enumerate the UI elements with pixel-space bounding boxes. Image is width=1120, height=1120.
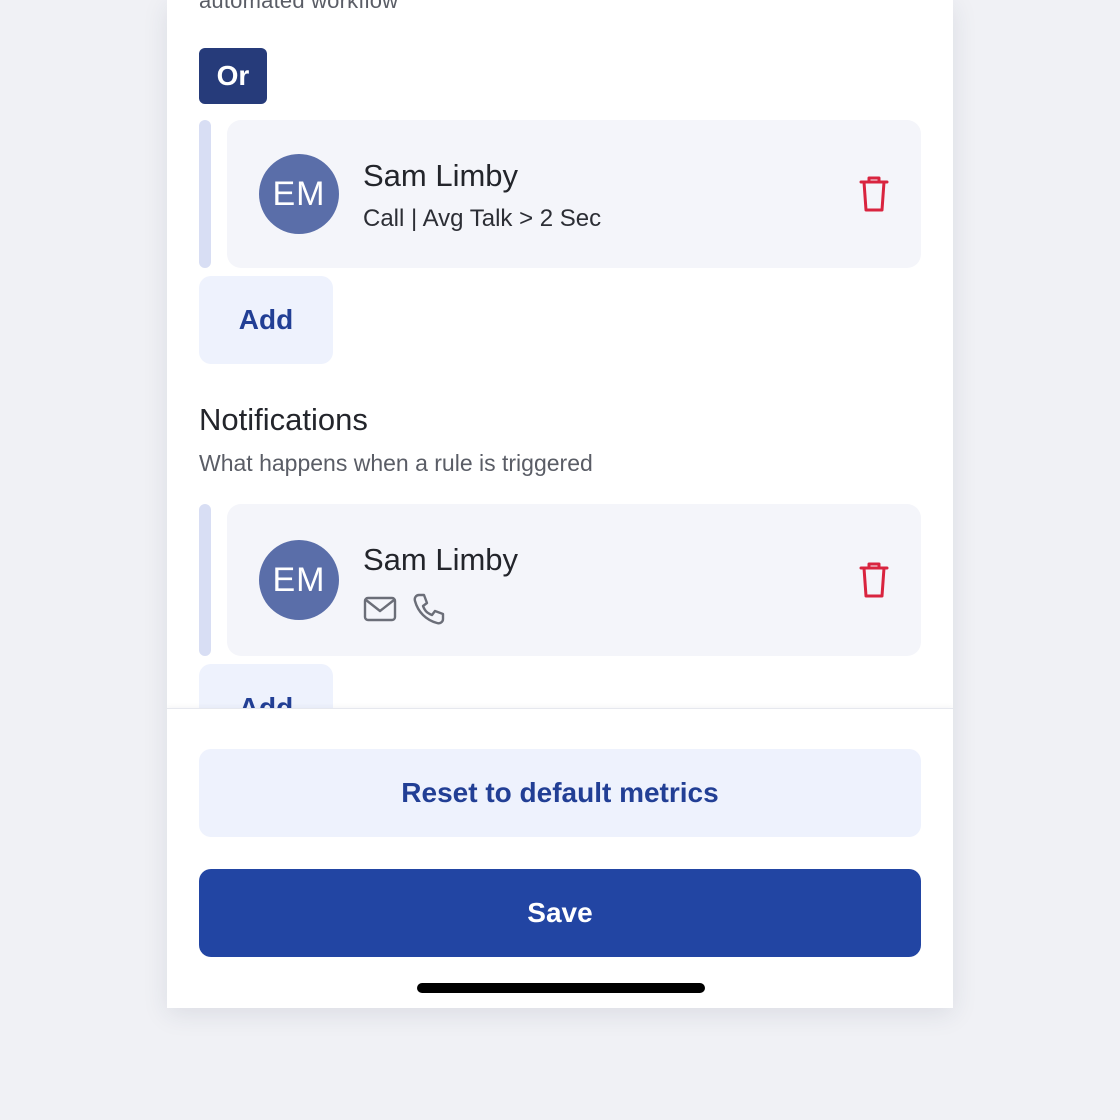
app-screen: automated workflow Or EM Sam Limby Call … xyxy=(167,0,953,1008)
condition-rule-card[interactable]: EM Sam Limby Call | Avg Talk > 2 Sec xyxy=(227,120,921,268)
notifications-title: Notifications xyxy=(199,402,368,437)
notification-channels xyxy=(363,592,445,626)
notification-rule-block: EM Sam Limby xyxy=(199,504,921,656)
add-condition-button[interactable]: Add xyxy=(199,276,333,364)
notification-rule-card[interactable]: EM Sam Limby xyxy=(227,504,921,656)
scroll-content[interactable]: automated workflow Or EM Sam Limby Call … xyxy=(167,0,953,708)
operator-badge[interactable]: Or xyxy=(199,48,267,104)
rule-indicator-bar xyxy=(199,120,211,268)
avatar: EM xyxy=(259,540,339,620)
footer-actions: Reset to default metrics Save xyxy=(167,708,953,1008)
rule-person-name: Sam Limby xyxy=(363,158,519,193)
rule-indicator-bar xyxy=(199,504,211,656)
trash-icon[interactable] xyxy=(857,174,891,214)
trash-icon[interactable] xyxy=(857,560,891,600)
rule-detail: Call | Avg Talk > 2 Sec xyxy=(363,205,602,232)
add-notification-button[interactable]: Add xyxy=(199,664,333,708)
reset-defaults-button[interactable]: Reset to default metrics xyxy=(199,749,921,837)
save-button[interactable]: Save xyxy=(199,869,921,957)
section-caption: automated workflow xyxy=(199,0,399,13)
mail-icon xyxy=(363,592,397,626)
notifications-subtitle: What happens when a rule is triggered xyxy=(199,450,593,476)
condition-rule-block: EM Sam Limby Call | Avg Talk > 2 Sec xyxy=(199,120,921,268)
phone-icon xyxy=(411,592,445,626)
rule-person-name: Sam Limby xyxy=(363,542,519,577)
avatar: EM xyxy=(259,154,339,234)
home-indicator[interactable] xyxy=(417,983,705,993)
